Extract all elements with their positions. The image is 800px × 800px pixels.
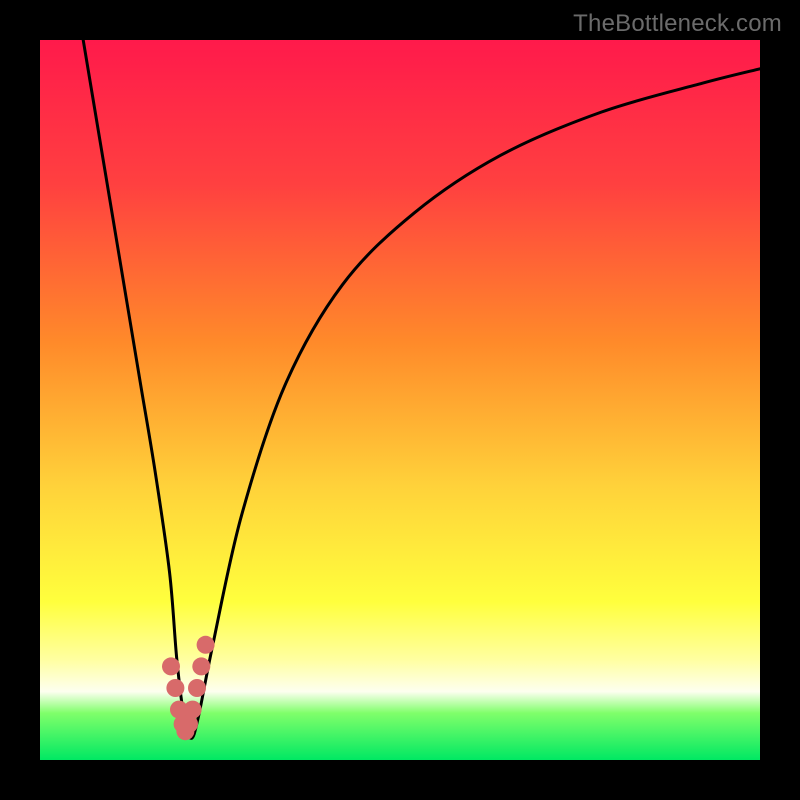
trough-marker-dot [184, 701, 202, 719]
trough-marker-dot [162, 657, 180, 675]
curve-layer [40, 40, 760, 760]
watermark-text: TheBottleneck.com [573, 10, 782, 38]
trough-marker-dot [197, 636, 215, 654]
chart-frame: TheBottleneck.com [0, 0, 800, 800]
trough-marker-dot [166, 679, 184, 697]
trough-marker-dot [188, 679, 206, 697]
trough-marker-dot [192, 657, 210, 675]
bottleneck-curve [83, 40, 760, 738]
trough-marker-group [162, 636, 215, 740]
